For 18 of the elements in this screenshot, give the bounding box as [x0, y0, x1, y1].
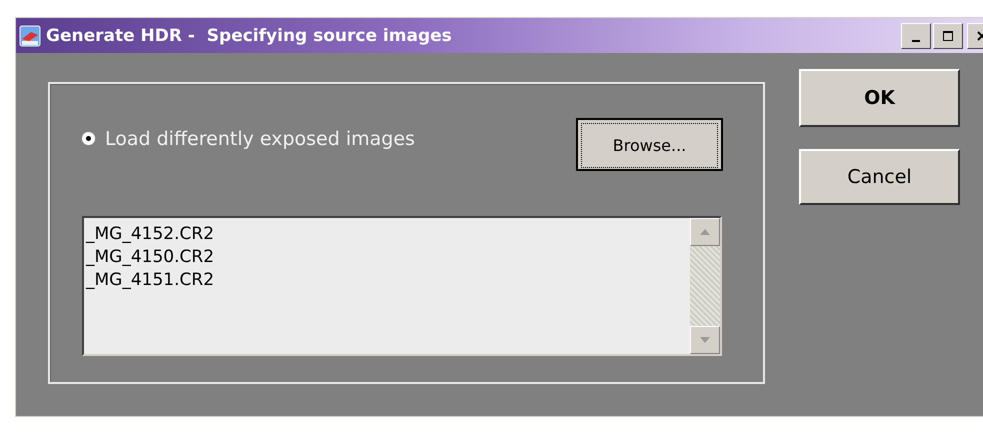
- scroll-up-button[interactable]: [690, 218, 720, 246]
- cancel-button[interactable]: Cancel: [799, 149, 960, 205]
- scroll-down-button[interactable]: [690, 326, 720, 354]
- ok-button[interactable]: OK: [799, 69, 960, 127]
- browse-button[interactable]: Browse...: [576, 118, 723, 171]
- window-title: Generate HDR - Specifying source images: [46, 26, 452, 46]
- scrollbar[interactable]: [690, 218, 720, 354]
- file-item[interactable]: _MG_4150.CR2: [86, 246, 688, 269]
- minimize-button[interactable]: [901, 22, 931, 48]
- app-icon: [19, 24, 41, 46]
- down-arrow-icon: [700, 337, 710, 343]
- radio-button[interactable]: [82, 132, 95, 145]
- file-item[interactable]: _MG_4151.CR2: [86, 269, 688, 292]
- minimize-icon: [912, 40, 920, 42]
- maximize-button[interactable]: [933, 22, 963, 48]
- file-list[interactable]: _MG_4152.CR2 _MG_4150.CR2 _MG_4151.CR2: [82, 216, 722, 356]
- file-item[interactable]: _MG_4152.CR2: [86, 223, 688, 246]
- up-arrow-icon: [700, 229, 710, 235]
